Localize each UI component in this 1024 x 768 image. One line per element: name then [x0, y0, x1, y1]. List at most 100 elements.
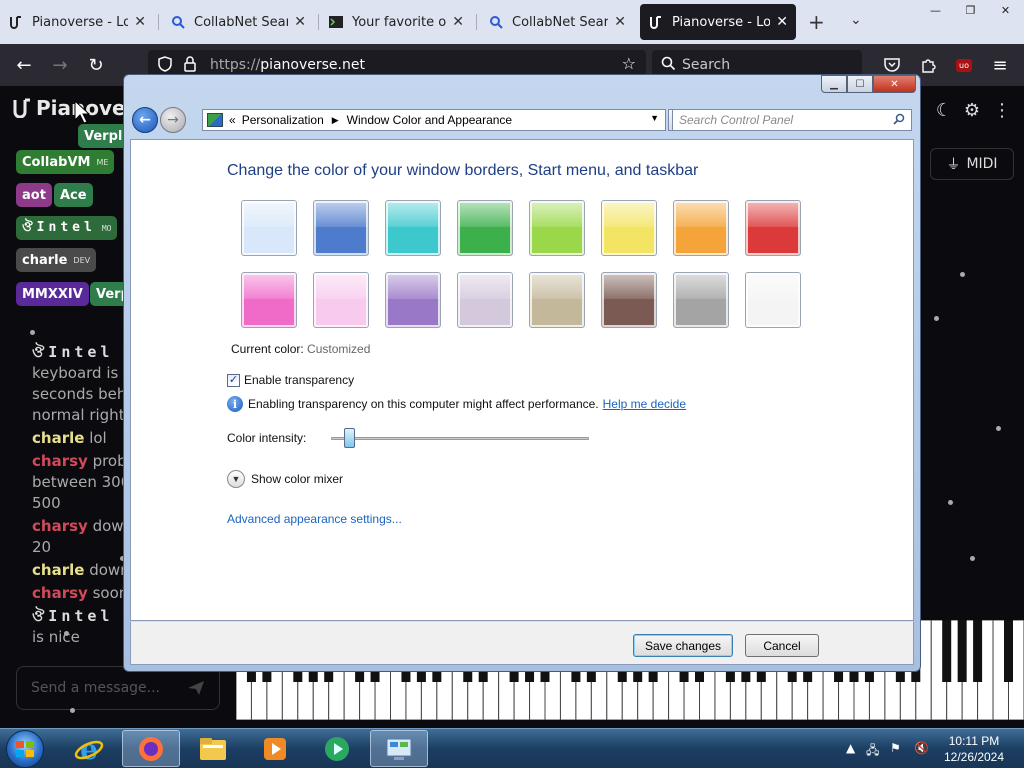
taskbar: e ▲ 🖧 ⚑ 🔇 10:11 PM 12/26/2024	[0, 728, 1024, 768]
black-key[interactable]	[942, 620, 952, 682]
maximize-button[interactable]: ☐	[847, 75, 873, 93]
taskbar-media-player[interactable]	[246, 730, 304, 767]
color-swatch[interactable]	[313, 200, 369, 256]
color-swatch[interactable]	[601, 200, 657, 256]
transparency-checkbox[interactable]: ✓	[227, 373, 240, 387]
color-swatch[interactable]	[385, 272, 441, 328]
color-swatch[interactable]	[745, 200, 801, 256]
gear-icon[interactable]: ⚙	[960, 98, 984, 122]
moon-icon[interactable]: ☾	[932, 98, 956, 122]
more-icon[interactable]: ⋮	[990, 98, 1014, 122]
close-tab-icon[interactable]: ✕	[776, 14, 788, 30]
close-button[interactable]: ✕	[988, 0, 1023, 20]
taskbar-control-panel[interactable]	[370, 730, 428, 767]
tab-collabnet-2[interactable]: CollabNet SearXNG ✕	[480, 4, 634, 40]
volume-muted-icon[interactable]: 🔇	[914, 741, 929, 755]
user-chip-mmxxiv[interactable]: MMXXIV	[16, 282, 89, 306]
close-tab-icon[interactable]: ✕	[294, 14, 306, 30]
user-chip-aot[interactable]: aot	[16, 183, 52, 207]
message-input[interactable]: Send a message...	[16, 666, 220, 710]
save-changes-button[interactable]: Save changes	[633, 634, 733, 657]
enable-transparency[interactable]: ✓ Enable transparency	[227, 373, 354, 387]
minimize-button[interactable]: ▁	[821, 75, 847, 93]
bookmark-star-icon[interactable]: ☆	[622, 54, 636, 73]
user-chip-intel[interactable]: ঔIntel MO	[16, 216, 118, 240]
url-scheme: https://	[210, 57, 261, 73]
close-tab-icon[interactable]: ✕	[134, 14, 146, 30]
chat-line: seconds behi	[32, 385, 131, 403]
send-icon[interactable]	[187, 680, 205, 700]
color-swatch[interactable]	[241, 272, 297, 328]
color-swatch[interactable]	[673, 200, 729, 256]
breadcrumb-overflow-icon[interactable]: «	[229, 113, 236, 127]
color-swatch[interactable]	[529, 272, 585, 328]
color-swatch[interactable]	[385, 200, 441, 256]
list-all-tabs-icon[interactable]: ⌄	[850, 12, 862, 28]
help-me-decide-link[interactable]: Help me decide	[603, 397, 686, 411]
show-hidden-icons[interactable]: ▲	[846, 741, 855, 755]
dialog-caption-buttons: ▁ ☐ ✕	[821, 75, 916, 93]
cancel-button[interactable]: Cancel	[745, 634, 819, 657]
ublock-icon[interactable]: uo	[952, 53, 976, 77]
close-tab-icon[interactable]: ✕	[452, 14, 464, 30]
reload-icon[interactable]: ↻	[84, 53, 108, 77]
clock[interactable]: 10:11 PM 12/26/2024	[936, 733, 1012, 765]
black-key[interactable]	[957, 620, 967, 682]
user-chip-ace[interactable]: Ace	[54, 183, 93, 207]
color-swatch[interactable]	[745, 272, 801, 328]
user-chip-collabvm[interactable]: CollabVM ME	[16, 150, 115, 174]
chat-line: is nice	[32, 628, 80, 646]
taskbar-firefox[interactable]	[122, 730, 180, 767]
color-swatch[interactable]	[457, 272, 513, 328]
tab-pianoverse-1[interactable]: Pianoverse - Lobby ✕	[0, 4, 154, 40]
taskbar-explorer[interactable]	[184, 730, 242, 767]
tab-pianoverse-active[interactable]: Pianoverse - Lobby ✕	[640, 4, 796, 40]
color-intensity-thumb[interactable]	[343, 428, 355, 448]
window-color-dialog: ▁ ☐ ✕ ← → « Personalization ▶ Window Col…	[123, 74, 921, 672]
color-swatch[interactable]	[601, 272, 657, 328]
advanced-appearance-link[interactable]: Advanced appearance settings...	[227, 512, 402, 526]
minimize-button[interactable]: —	[918, 0, 953, 20]
address-bar[interactable]: « Personalization ▶ Window Color and App…	[202, 109, 666, 131]
extensions-icon[interactable]	[916, 53, 940, 77]
menu-icon[interactable]: ≡	[988, 53, 1012, 77]
address-dropdown-icon[interactable]: ▼	[650, 113, 659, 123]
taskbar-media-center[interactable]	[308, 730, 366, 767]
clock-date: 12/26/2024	[943, 750, 1005, 764]
breadcrumb-window-color[interactable]: Window Color and Appearance	[347, 113, 512, 127]
back-arrow-icon[interactable]: ←	[12, 53, 36, 77]
color-swatch[interactable]	[457, 200, 513, 256]
new-tab-button[interactable]: +	[808, 10, 825, 34]
close-tab-icon[interactable]: ✕	[614, 14, 626, 30]
show-color-mixer[interactable]: ▼ Show color mixer	[227, 470, 343, 488]
black-key[interactable]	[1004, 620, 1013, 682]
restore-button[interactable]: ❐	[953, 0, 988, 20]
back-button[interactable]: ←	[132, 107, 158, 133]
start-button[interactable]	[6, 730, 44, 768]
network-icon[interactable]: 🖧	[866, 741, 879, 762]
chevron-down-icon[interactable]: ▼	[227, 470, 245, 488]
forward-button[interactable]: →	[160, 107, 186, 133]
color-swatch[interactable]	[673, 272, 729, 328]
action-center-flag-icon[interactable]: ⚑	[890, 741, 901, 755]
color-swatch[interactable]	[529, 200, 585, 256]
tab-opera[interactable]: Your favorite opera ✕	[320, 4, 472, 40]
color-swatch[interactable]	[313, 272, 369, 328]
close-button[interactable]: ✕	[873, 75, 916, 93]
color-intensity-slider[interactable]	[331, 437, 589, 440]
search-icon[interactable]	[893, 113, 905, 128]
particle	[70, 708, 75, 713]
breadcrumb-separator-icon[interactable]: ▶	[332, 115, 339, 126]
breadcrumb-personalization[interactable]: Personalization	[242, 113, 324, 127]
tab-collabnet-1[interactable]: CollabNet SearXNG ✕	[162, 4, 314, 40]
user-chip-charle[interactable]: charle DEV	[16, 248, 97, 272]
color-swatch[interactable]	[241, 200, 297, 256]
taskbar-internet-explorer[interactable]: e	[60, 730, 118, 767]
midi-button[interactable]: ⏚ MIDI	[930, 148, 1014, 180]
control-panel-search[interactable]: Search Control Panel	[672, 109, 912, 131]
chat-line: between 300	[32, 473, 131, 491]
chat-line: charle lol	[32, 429, 107, 447]
forward-arrow-icon[interactable]: →	[48, 53, 72, 77]
search-icon	[488, 14, 504, 30]
black-key[interactable]	[973, 620, 983, 682]
